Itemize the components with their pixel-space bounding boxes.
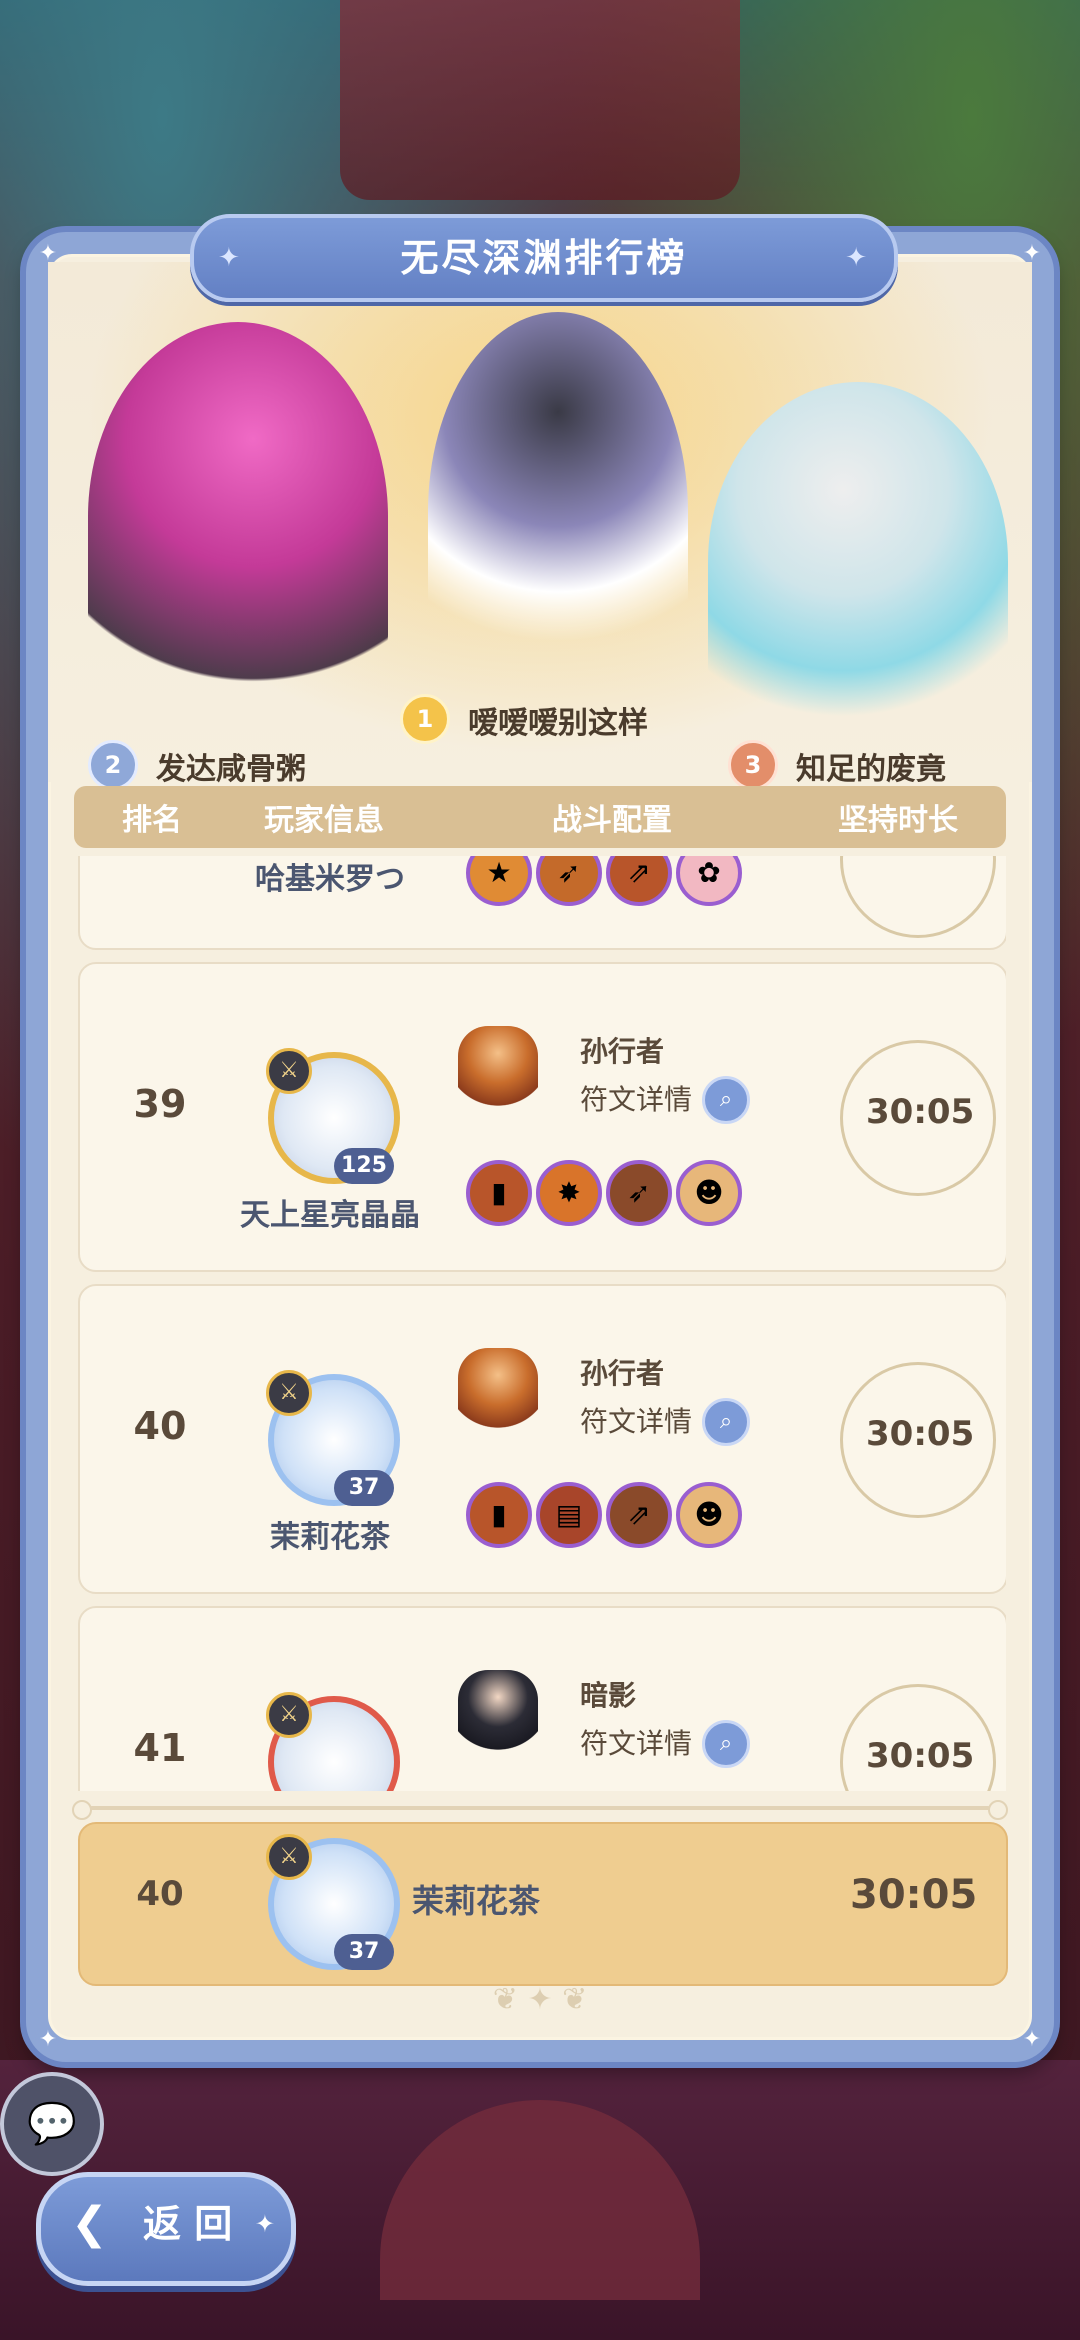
- rank3-name: 知足的废竟: [796, 752, 946, 787]
- hero-name: 孙行者: [580, 1357, 665, 1390]
- hero-name: 暗影: [580, 1679, 637, 1712]
- rank2-name: 发达咸骨粥: [156, 752, 306, 787]
- my-rank-number: 40: [136, 1874, 184, 1914]
- sword-badge-icon: ⚔: [266, 1834, 312, 1880]
- rank3-character[interactable]: [708, 382, 1008, 742]
- ranking-list[interactable]: 哈基米罗つ ★ ➶ ⇗ ✿ 39 ⚔ 125 天上星亮晶晶 孙行者 符文详情 ⌕…: [74, 856, 1006, 1791]
- hero-portrait[interactable]: [458, 1026, 538, 1116]
- corner-star-icon: ✦: [38, 2027, 58, 2052]
- rank2-medal-icon: 2: [88, 740, 138, 790]
- back-arrow-icon: ❮: [71, 2198, 108, 2249]
- table-row[interactable]: 40 ⚔ 37 茉莉花茶 孙行者 符文详情 ⌕ ▮ ▤ ⇗ ☻ 30:05: [78, 1284, 1006, 1594]
- rank1-medal-icon: 1: [400, 694, 450, 744]
- header-player: 玩家信息: [264, 803, 384, 838]
- magnifier-icon[interactable]: ⌕: [702, 1076, 750, 1124]
- panel-bottom-ornament: ❦ ✦ ❦: [492, 1982, 588, 2017]
- rank1-name: 嗳嗳嗳别这样: [468, 706, 648, 741]
- table-header: 排名 玩家信息 战斗配置 坚持时长: [74, 786, 1006, 848]
- skill-fire-icon[interactable]: ✸: [536, 1160, 602, 1226]
- hero-portrait[interactable]: [458, 1670, 538, 1760]
- skill-pet-icon[interactable]: ☻: [676, 1160, 742, 1226]
- player-name: 哈基米罗つ: [255, 862, 405, 897]
- header-duration: 坚持时长: [838, 803, 958, 838]
- player-level: 125: [334, 1148, 394, 1184]
- star-deco-icon: ✦: [254, 2210, 275, 2238]
- skill-ice-icon[interactable]: ➶: [606, 1160, 672, 1226]
- duration-value: 30:05: [866, 1092, 975, 1132]
- rank-number: 40: [133, 1404, 187, 1448]
- rank-number: 41: [133, 1726, 187, 1770]
- header-loadout: 战斗配置: [552, 803, 672, 838]
- rank2-character[interactable]: [88, 322, 388, 712]
- rank3-medal-icon: 3: [728, 740, 778, 790]
- skill-arrow-icon[interactable]: ⇗: [606, 1482, 672, 1548]
- sword-badge-icon: ⚔: [266, 1370, 312, 1416]
- podium-area: 1 嗳嗳嗳别这样 2 发达咸骨粥 3 知足的废竟: [48, 262, 1032, 790]
- title-star-icon: ✦: [845, 243, 870, 273]
- magnifier-icon[interactable]: ⌕: [702, 1720, 750, 1768]
- table-row[interactable]: 41 ⚔ 暗影 符文详情 ⌕ 30:05: [78, 1606, 1006, 1791]
- duration-value: 30:05: [866, 1736, 975, 1776]
- rune-details-label[interactable]: 符文详情: [580, 1078, 692, 1118]
- sword-badge-icon: ⚔: [266, 1692, 312, 1738]
- sword-badge-icon: ⚔: [266, 1048, 312, 1094]
- my-level: 37: [334, 1934, 394, 1970]
- chat-bubbles-icon[interactable]: 💬: [0, 2072, 104, 2176]
- player-name: 茉莉花茶: [270, 1520, 390, 1555]
- rune-details-label[interactable]: 符文详情: [580, 1722, 692, 1762]
- skill-pet-icon[interactable]: ☻: [676, 1482, 742, 1548]
- background-banner: [340, 0, 740, 200]
- hero-name: 孙行者: [580, 1035, 665, 1068]
- skill-arrow-icon[interactable]: ⇗: [606, 856, 672, 906]
- skill-book-icon[interactable]: ▤: [536, 1482, 602, 1548]
- rank-number: 39: [133, 1082, 187, 1126]
- title-star-icon: ✦: [218, 243, 243, 273]
- rune-details-label[interactable]: 符文详情: [580, 1400, 692, 1440]
- my-rank-row[interactable]: 40 ⚔ 37 茉莉花茶 30:05: [78, 1822, 1008, 1986]
- table-row[interactable]: 哈基米罗つ ★ ➶ ⇗ ✿: [78, 856, 1006, 950]
- duration-value: 30:05: [866, 1414, 975, 1454]
- table-row[interactable]: 39 ⚔ 125 天上星亮晶晶 孙行者 符文详情 ⌕ ▮ ✸ ➶ ☻ 30:05: [78, 962, 1006, 1272]
- crescent-moon-icon: [840, 856, 996, 938]
- corner-star-icon: ✦: [1022, 2027, 1042, 2052]
- list-divider: [72, 1800, 1008, 1820]
- back-label: 返 回: [143, 2202, 233, 2246]
- page-title: 无尽深渊排行榜: [400, 236, 688, 280]
- back-button[interactable]: ❮ 返 回 ✦: [36, 2172, 296, 2286]
- player-name: 天上星亮晶晶: [240, 1198, 420, 1233]
- magnifier-icon[interactable]: ⌕: [702, 1398, 750, 1446]
- title-plate: ✦ 无尽深渊排行榜 ✦: [190, 214, 898, 302]
- hero-portrait[interactable]: [458, 1348, 538, 1438]
- my-duration: 30:05: [850, 1872, 978, 1918]
- skill-pet-icon[interactable]: ✿: [676, 856, 742, 906]
- skill-scroll-icon[interactable]: ▮: [466, 1160, 532, 1226]
- skill-ice-icon[interactable]: ➶: [536, 856, 602, 906]
- skill-star-icon[interactable]: ★: [466, 856, 532, 906]
- skill-scroll-icon[interactable]: ▮: [466, 1482, 532, 1548]
- player-level: 37: [334, 1470, 394, 1506]
- my-name: 茉莉花茶: [412, 1882, 541, 1920]
- rank1-character[interactable]: [428, 312, 688, 712]
- header-rank: 排名: [122, 803, 182, 838]
